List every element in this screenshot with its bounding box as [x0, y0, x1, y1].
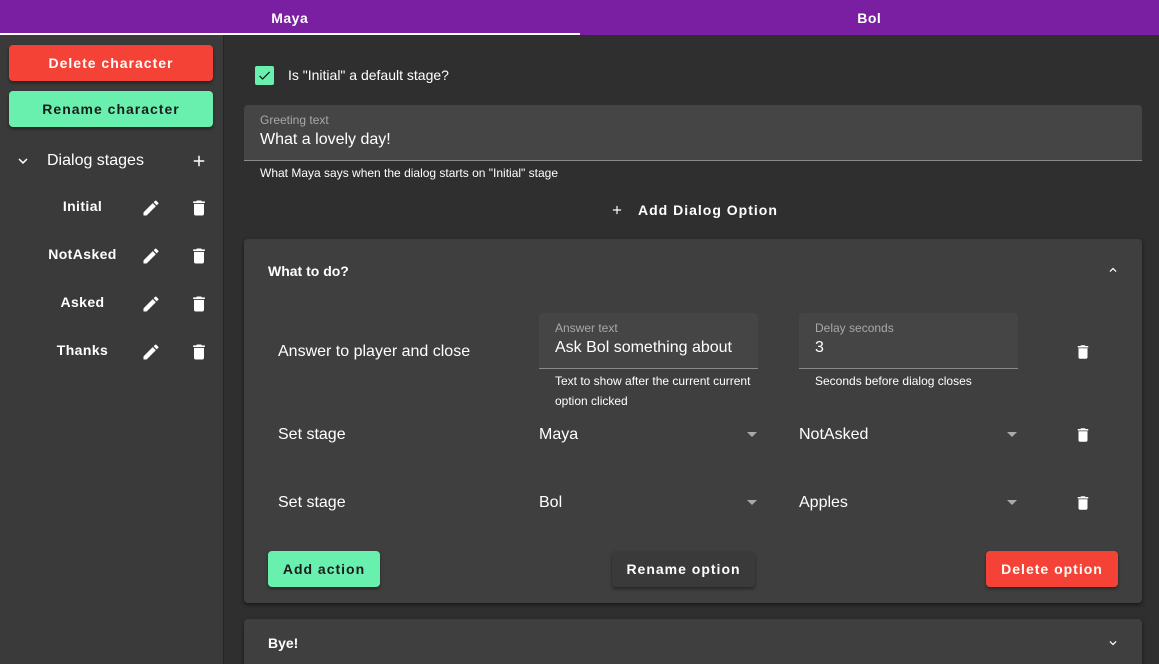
stage-select[interactable]: NotAsked	[799, 420, 1019, 450]
trash-icon[interactable]	[1074, 425, 1092, 445]
answer-helper-text: Text to show after the current current o…	[555, 374, 751, 408]
dialog-option-panel[interactable]: Bye!	[244, 619, 1142, 664]
greeting-helper-text: What Maya says when the dialog starts on…	[260, 166, 559, 180]
add-dialog-option-button[interactable]: Add Dialog Option	[610, 197, 778, 223]
action-type-label: Set stage	[278, 426, 346, 443]
edit-icon[interactable]	[141, 198, 161, 218]
rename-character-button[interactable]: Rename character	[9, 91, 213, 127]
character-tabs: Maya Bol	[0, 0, 1159, 35]
dropdown-arrow-icon	[747, 500, 757, 505]
plus-icon	[612, 205, 622, 215]
default-stage-label: Is "Initial" a default stage?	[288, 67, 449, 83]
greeting-text-label: Greeting text	[260, 113, 329, 127]
trash-icon[interactable]	[1074, 342, 1092, 362]
check-icon	[259, 71, 271, 80]
character-select[interactable]: Bol	[539, 488, 759, 518]
trash-icon[interactable]	[1074, 493, 1092, 513]
chevron-down-icon[interactable]	[1106, 636, 1120, 650]
answer-text-field[interactable]: Answer text Ask Bol something about	[539, 313, 758, 369]
add-dialog-option-label: Add Dialog Option	[638, 202, 778, 218]
delete-character-button[interactable]: Delete character	[9, 45, 213, 81]
delay-helper-text: Seconds before dialog closes	[815, 374, 972, 388]
edit-icon[interactable]	[141, 342, 161, 362]
default-stage-checkbox[interactable]	[255, 66, 274, 85]
option-title[interactable]: What to do?	[268, 263, 349, 279]
trash-icon[interactable]	[189, 294, 209, 314]
stage-item-notasked[interactable]: NotAsked	[0, 237, 224, 273]
chevron-up-icon[interactable]	[1106, 263, 1120, 277]
tab-bol[interactable]: Bol	[580, 0, 1159, 35]
character-select[interactable]: Maya	[539, 420, 759, 450]
greeting-text-value[interactable]: What a lovely day!	[260, 131, 391, 149]
character-select-value: Bol	[539, 494, 563, 511]
add-action-button[interactable]: Add action	[268, 551, 380, 587]
action-type-label: Answer to player and close	[278, 343, 471, 360]
dropdown-arrow-icon	[1007, 432, 1017, 437]
sidebar: Delete character Rename character Dialog…	[0, 35, 224, 664]
dropdown-arrow-icon	[747, 432, 757, 437]
add-stage-icon[interactable]	[190, 152, 208, 170]
rename-option-button[interactable]: Rename option	[612, 551, 755, 587]
chevron-down-icon[interactable]	[14, 152, 32, 170]
trash-icon[interactable]	[189, 246, 209, 266]
delete-option-button[interactable]: Delete option	[986, 551, 1118, 587]
stage-item-thanks[interactable]: Thanks	[0, 333, 224, 369]
dropdown-arrow-icon	[1007, 500, 1017, 505]
stage-item-asked[interactable]: Asked	[0, 285, 224, 321]
option-title[interactable]: Bye!	[268, 635, 298, 651]
dialog-stages-title: Dialog stages	[47, 152, 144, 169]
main-content: Is "Initial" a default stage? Greeting t…	[225, 35, 1159, 664]
delay-seconds-field[interactable]: Delay seconds 3	[799, 313, 1018, 369]
trash-icon[interactable]	[189, 198, 209, 218]
stage-select-value: Apples	[799, 494, 848, 511]
edit-icon[interactable]	[141, 294, 161, 314]
character-select-value: Maya	[539, 426, 579, 443]
answer-text-label: Answer text	[555, 321, 618, 335]
dialog-stages-header[interactable]: Dialog stages	[14, 147, 214, 175]
delay-seconds-label: Delay seconds	[815, 321, 894, 335]
stage-select-value: NotAsked	[799, 426, 869, 443]
delay-seconds-value[interactable]: 3	[815, 339, 824, 357]
dialog-option-panel: What to do? Answer to player and close A…	[244, 239, 1142, 603]
stage-item-initial[interactable]: Initial	[0, 189, 224, 225]
answer-text-value[interactable]: Ask Bol something about	[555, 339, 745, 357]
trash-icon[interactable]	[189, 342, 209, 362]
edit-icon[interactable]	[141, 246, 161, 266]
greeting-text-field[interactable]: Greeting text What a lovely day!	[244, 105, 1142, 161]
action-type-label: Set stage	[278, 494, 346, 511]
stage-select[interactable]: Apples	[799, 488, 1019, 518]
tab-maya[interactable]: Maya	[0, 0, 580, 35]
